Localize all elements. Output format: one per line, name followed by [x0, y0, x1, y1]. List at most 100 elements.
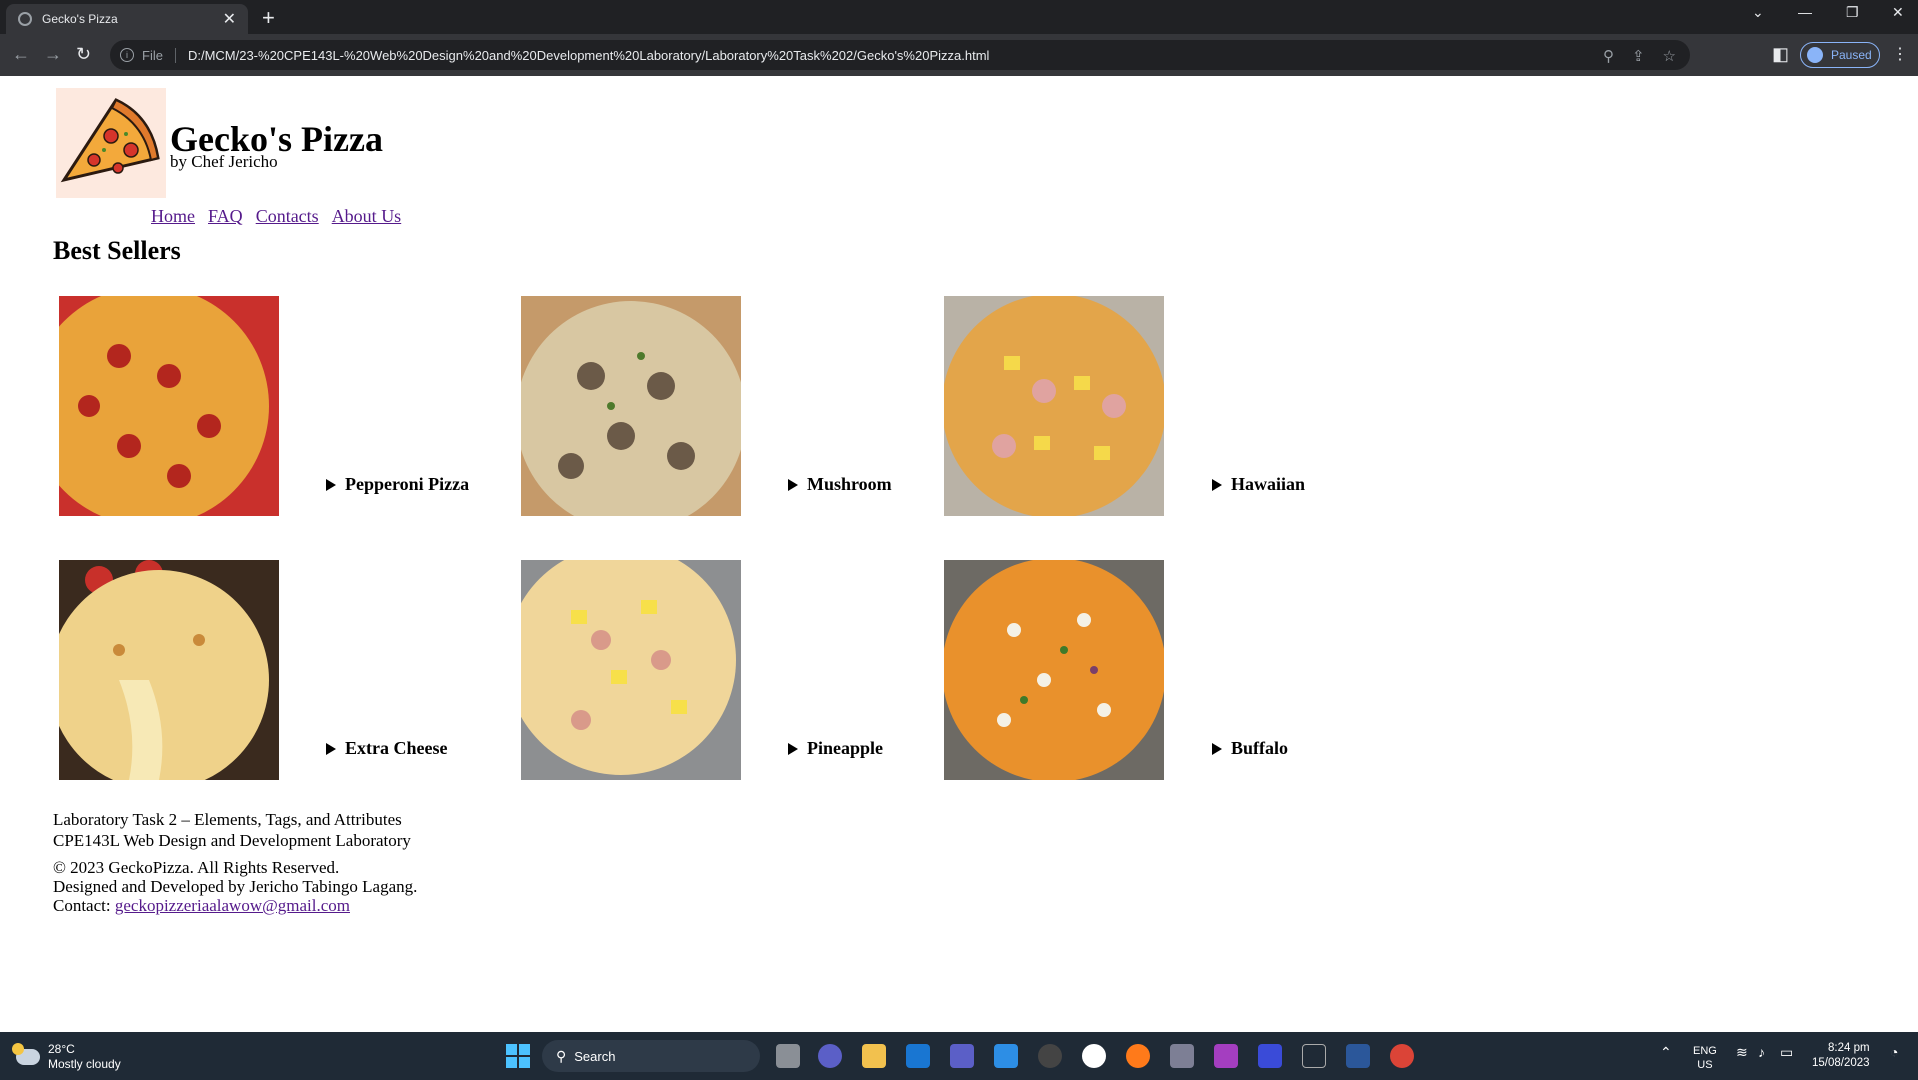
address-bar[interactable]: i File D:/MCM/23-%20CPE143L-%20Web%20Des…	[110, 40, 1690, 70]
disclosure-triangle-icon	[788, 742, 798, 755]
hawaiian-summary[interactable]: Hawaiian	[1212, 474, 1305, 495]
weather-temp: 28°C	[48, 1042, 75, 1056]
window-close-icon[interactable]: ✕	[1892, 4, 1904, 21]
tab-search-icon[interactable]: ⌄	[1752, 4, 1764, 21]
word-icon[interactable]	[1346, 1044, 1370, 1068]
hawaiian-pizza-image	[944, 296, 1164, 516]
profile-button[interactable]: Paused	[1800, 42, 1880, 68]
pepperoni-pizza-image	[59, 296, 279, 516]
pizza-name: Mushroom	[807, 474, 892, 494]
onenote-icon[interactable]	[1214, 1044, 1238, 1068]
pizza-name: Extra Cheese	[345, 738, 448, 758]
footer-course-line: CPE143L Web Design and Development Labor…	[53, 831, 411, 850]
reload-icon[interactable]: ↻	[76, 44, 91, 65]
disclosure-triangle-icon	[326, 478, 336, 491]
pizza-name: Hawaiian	[1231, 474, 1306, 494]
weather-icon	[12, 1043, 40, 1065]
region-code[interactable]: US	[1693, 1058, 1717, 1072]
notifications-icon[interactable]: ◔	[1890, 1044, 1898, 1060]
kindle-icon[interactable]	[1258, 1044, 1282, 1068]
system-clock[interactable]: 8:24 pm 15/08/2023	[1812, 1041, 1870, 1071]
disclosure-triangle-icon	[326, 742, 336, 755]
clock-time: 8:24 pm	[1828, 1042, 1870, 1054]
start-button[interactable]	[506, 1044, 530, 1068]
pizza-name: Buffalo	[1231, 738, 1289, 758]
mushroom-pizza-image	[521, 296, 741, 516]
file-explorer-icon[interactable]	[862, 1044, 886, 1068]
footer-task-line: Laboratory Task 2 – Elements, Tags, and …	[53, 810, 402, 829]
wifi-icon[interactable]: ≋	[1736, 1044, 1748, 1061]
chat-icon[interactable]	[818, 1044, 842, 1068]
pineapple-summary[interactable]: Pineapple	[788, 738, 883, 759]
extra-cheese-summary[interactable]: Extra Cheese	[326, 738, 447, 759]
nav-about-us-link[interactable]: About Us	[332, 206, 402, 227]
obs-icon[interactable]	[1038, 1044, 1062, 1068]
taskbar-search[interactable]: ⚲ Search	[542, 1040, 760, 1072]
outlook-icon[interactable]	[906, 1044, 930, 1068]
url-text[interactable]: D:/MCM/23-%20CPE143L-%20Web%20Design%20a…	[188, 48, 989, 63]
contact-label: Contact:	[53, 896, 115, 915]
task-view-icon[interactable]	[776, 1044, 800, 1068]
pineapple-pizza-image	[521, 560, 741, 780]
volume-icon[interactable]: ♪	[1758, 1044, 1765, 1060]
nav-contacts-link[interactable]: Contacts	[256, 206, 319, 227]
minimize-icon[interactable]: —	[1798, 4, 1812, 20]
firefox-icon[interactable]	[1126, 1044, 1150, 1068]
browser-tab-strip: Gecko's Pizza ✕ + ⌄ — ❐ ✕	[0, 0, 1918, 34]
best-sellers-heading: Best Sellers	[53, 236, 181, 265]
site-subtitle: by Chef Jericho	[170, 152, 278, 171]
web-page: Gecko's Pizza by Chef Jericho Home FAQ C…	[0, 76, 1918, 1032]
close-tab-icon[interactable]: ✕	[223, 9, 236, 29]
new-tab-button[interactable]: +	[262, 5, 275, 31]
disclosure-triangle-icon	[1212, 742, 1222, 755]
battery-icon[interactable]: ▭	[1780, 1044, 1793, 1061]
share-icon[interactable]: ⇪	[1632, 47, 1645, 65]
bookmark-star-icon[interactable]: ☆	[1663, 47, 1676, 65]
disclosure-triangle-icon	[788, 478, 798, 491]
nav-home-link[interactable]: Home	[151, 206, 195, 227]
url-scheme: File	[142, 47, 176, 63]
app-icon[interactable]	[1082, 1044, 1106, 1068]
chrome-icon[interactable]	[1390, 1044, 1414, 1068]
main-nav: Home FAQ Contacts About Us	[151, 206, 401, 227]
side-panel-icon[interactable]: ◧	[1772, 44, 1789, 65]
browser-toolbar: ← → ↻ i File D:/MCM/23-%20CPE143L-%20Web…	[0, 34, 1918, 76]
restore-icon[interactable]: ❐	[1846, 4, 1859, 21]
avatar	[1807, 47, 1823, 63]
globe-icon	[18, 12, 32, 26]
language-code[interactable]: ENG	[1693, 1044, 1717, 1058]
teams-icon[interactable]	[950, 1044, 974, 1068]
clock-date: 15/08/2023	[1812, 1057, 1870, 1069]
buffalo-summary[interactable]: Buffalo	[1212, 738, 1288, 759]
menu-icon[interactable]: ⋮	[1892, 44, 1908, 64]
nav-faq-link[interactable]: FAQ	[208, 206, 243, 227]
contact-email-link[interactable]: geckopizzeriaalawow@gmail.com	[115, 896, 350, 915]
site-info-icon[interactable]: i	[120, 48, 134, 62]
mushroom-summary[interactable]: Mushroom	[788, 474, 892, 495]
tab-title: Gecko's Pizza	[42, 12, 118, 26]
footer-copyright: © 2023 GeckoPizza. All Rights Reserved.	[53, 858, 340, 877]
pin-icon[interactable]	[1302, 1044, 1326, 1068]
weather-widget[interactable]: 28°C Mostly cloudy	[12, 1042, 121, 1072]
page-footer: Laboratory Task 2 – Elements, Tags, and …	[53, 809, 417, 915]
back-icon[interactable]: ←	[12, 44, 30, 65]
tray-chevron-icon[interactable]: ⌃	[1660, 1044, 1672, 1061]
footer-credits: Designed and Developed by Jericho Tabing…	[53, 877, 418, 896]
pepperoni-pizza-summary[interactable]: Pepperoni Pizza	[326, 474, 469, 495]
search-label: Search	[574, 1048, 616, 1064]
footer-contact: Contact: geckopizzeriaalawow@gmail.com	[53, 896, 417, 915]
disclosure-triangle-icon	[1212, 478, 1222, 491]
vscode-icon[interactable]	[994, 1044, 1018, 1068]
zoom-icon[interactable]: ⚲	[1603, 47, 1614, 65]
weather-desc: Mostly cloudy	[48, 1057, 121, 1071]
extra-cheese-pizza-image	[59, 560, 279, 780]
search-icon: ⚲	[556, 1047, 567, 1064]
pizza-name: Pepperoni Pizza	[345, 474, 470, 494]
calculator-icon[interactable]	[1170, 1044, 1194, 1068]
profile-status: Paused	[1831, 48, 1872, 62]
taskbar: 28°C Mostly cloudy ⚲ Search ⌃ ENG US ≋ ♪…	[0, 1032, 1918, 1080]
buffalo-pizza-image	[944, 560, 1164, 780]
forward-icon[interactable]: →	[44, 44, 62, 65]
browser-tab[interactable]: Gecko's Pizza ✕	[6, 4, 248, 34]
pizza-name: Pineapple	[807, 738, 884, 758]
